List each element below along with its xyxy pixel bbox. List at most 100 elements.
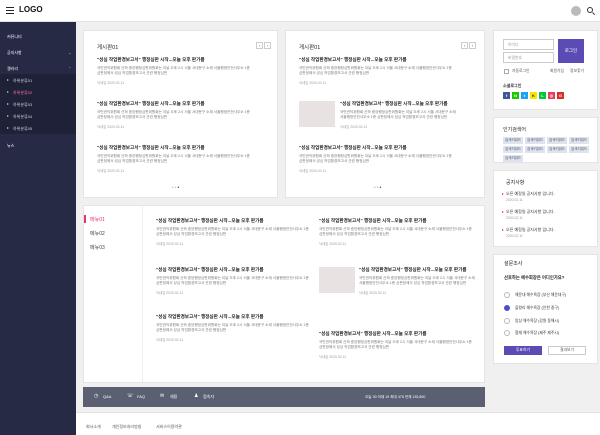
find-info-link[interactable]: 정보찾기 [570, 69, 584, 74]
poll-option[interactable]: 을왕리 해수욕장 (인천 중구) [515, 306, 559, 311]
post-meta: 닉네임 2020.02.11 [359, 290, 387, 295]
vote-button[interactable]: 투표하기 [504, 346, 542, 355]
poll-radio-checked[interactable] [504, 305, 510, 311]
sidebar-subitem[interactable]: 하위분류05 [0, 122, 76, 134]
tab-menu02[interactable]: 메뉴02 [90, 230, 105, 237]
post-title[interactable]: "성심 작업환경보고서" 행정심판 시작...오늘 오후 판가름 [156, 218, 310, 224]
keyword-tag[interactable]: 검색키워드 [503, 137, 524, 144]
footer-link-privacy[interactable]: 개인정보처리방침 [112, 424, 141, 430]
post-title[interactable]: "성심 작업환경보고서" 행정심판 시작...오늘 오후 판가름 [359, 267, 477, 273]
poll-radio[interactable] [504, 292, 510, 298]
next-button[interactable]: › [469, 42, 476, 49]
post-item[interactable]: "성심 작업환경보고서" 행정심판 시작...오늘 오후 판가름 국민권익위원회… [359, 267, 477, 295]
join-link[interactable]: 회원가입 [550, 69, 564, 74]
post-item[interactable]: "성심 작업환경보고서" 행정심판 시작...오늘 오후 판가름 국민권익위원회… [156, 314, 310, 342]
notice-item[interactable]: 오픈 예정일 공지사항 입니다. [502, 191, 555, 197]
keyword-tag[interactable]: 검색키워드 [525, 146, 546, 153]
post-item[interactable]: "성심 작업환경보고서" 행정심판 시작...오늘 오후 판가름 국민권익위원회… [97, 101, 251, 129]
notice-item[interactable]: 오픈 예정일 공지사항 입니다. [502, 227, 555, 233]
post-item[interactable]: "성심 작업환경보고서" 행정심판 시작...오늘 오후 판가름 국민권익위원회… [340, 101, 460, 129]
naver-icon[interactable]: N [512, 92, 519, 99]
sidebar-subitem[interactable]: 하위분류03 [0, 98, 76, 110]
sidebar-item-community[interactable]: 커뮤니티 [7, 34, 22, 40]
keyword-tag[interactable]: 검색키워드 [503, 146, 524, 153]
post-meta: 닉네임 2020.02.11 [299, 168, 327, 173]
twitter-icon[interactable]: t [521, 92, 528, 99]
post-item[interactable]: "성심 작업환경보고서" 행정심판 시작...오늘 오후 판가름 국민권익위원회… [156, 218, 310, 246]
password-input[interactable]: 비밀번호 [503, 52, 554, 63]
post-item[interactable]: "성심 작업환경보고서" 행정심판 시작...오늘 오후 판가름 국민권익위원회… [97, 145, 251, 173]
poll-radio[interactable] [504, 318, 510, 324]
post-title[interactable]: "성심 작업환경보고서" 행정심판 시작...오늘 오후 판가름 [319, 331, 473, 337]
keyword-tag[interactable]: 검색키워드 [503, 155, 524, 162]
google-icon[interactable]: G [557, 92, 564, 99]
post-item[interactable]: "성심 작업환경보고서" 행정심판 시작...오늘 오후 판가름 국민권익위원회… [319, 331, 473, 359]
footer-link-about[interactable]: 회사소개 [86, 424, 101, 430]
post-item[interactable]: "성심 작업환경보고서" 행정심판 시작...오늘 오후 판가름 국민권익위원회… [299, 57, 453, 85]
sidebar-subitem[interactable]: 하위분류04 [0, 110, 76, 122]
auto-login-label: 자동로그인 [512, 69, 530, 73]
keyword-tag[interactable]: 검색키워드 [569, 137, 590, 144]
poll-radio[interactable] [504, 330, 510, 336]
link-qna[interactable]: Q&A [103, 394, 111, 399]
post-title[interactable]: "성심 작업환경보고서" 행정심판 시작...오늘 오후 판가름 [319, 218, 473, 224]
poll-option[interactable]: 망상 해수욕장 (강원 동해시) [515, 319, 559, 324]
link-faq[interactable]: FAQ [137, 394, 145, 399]
pagination-dots[interactable]: ••• [374, 185, 382, 191]
footer-link-terms[interactable]: 서비스이용약관 [156, 424, 182, 430]
post-item[interactable]: "성심 작업환경보고서" 행정심판 시작...오늘 오후 판가름 국민권익위원회… [97, 57, 251, 85]
poll-title: 설문조사 [504, 261, 523, 267]
caret-right-icon [7, 126, 9, 129]
post-title[interactable]: "성심 작업환경보고서" 행정심판 시작...오늘 오후 판가름 [156, 267, 310, 273]
sidebar-subitem[interactable]: 하위분류01 [0, 74, 76, 86]
sidebar-item-news[interactable]: 뉴스 [7, 143, 14, 149]
divider [142, 206, 143, 382]
next-button[interactable]: › [264, 42, 271, 49]
link-recruit[interactable]: 채용 [170, 394, 177, 400]
post-title[interactable]: "성심 작업환경보고서" 행정심판 시작...오늘 오후 판가름 [299, 57, 453, 63]
post-title[interactable]: "성심 작업환경보고서" 행정심판 시작...오늘 오후 판가름 [340, 101, 460, 107]
tab-menu03[interactable]: 메뉴03 [90, 244, 105, 251]
link-visitors[interactable]: 접속자 [203, 394, 214, 400]
notice-item[interactable]: 오픈 예정일 공지사항 입니다. [502, 209, 555, 215]
post-title[interactable]: "성심 작업환경보고서" 행정심판 시작...오늘 오후 판가름 [97, 101, 251, 107]
post-item[interactable]: "성심 작업환경보고서" 행정심판 시작...오늘 오후 판가름 국민권익위원회… [299, 145, 453, 173]
post-thumbnail[interactable] [319, 267, 355, 293]
post-title[interactable]: "성심 작업환경보고서" 행정심판 시작...오늘 오후 판가름 [156, 314, 310, 320]
auto-login-checkbox[interactable] [504, 69, 509, 74]
prev-button[interactable]: ‹ [256, 42, 263, 49]
result-button[interactable]: 결과보기 [548, 346, 586, 355]
pagination-dots[interactable]: ••• [172, 185, 180, 191]
post-title[interactable]: "성심 작업환경보고서" 행정심판 시작...오늘 오후 판가름 [299, 145, 453, 151]
poll-option[interactable]: 해운대 해수욕장 (부산 해운대구) [515, 293, 566, 298]
post-title[interactable]: "성심 작업환경보고서" 행정심판 시작...오늘 오후 판가름 [97, 145, 251, 151]
keyword-tag[interactable]: 검색키워드 [547, 146, 568, 153]
instagram-icon[interactable]: ◎ [548, 92, 555, 99]
chevron-down-icon[interactable]: ⌄ [68, 50, 71, 55]
line-icon[interactable]: L [539, 92, 546, 99]
sidebar-item-gallery[interactable]: 갤러리 [7, 66, 18, 72]
user-avatar-icon[interactable] [571, 6, 581, 16]
chevron-up-icon[interactable]: ⌃ [68, 66, 71, 71]
search-icon[interactable] [587, 7, 593, 13]
post-meta: 닉네임 2020.02.11 [97, 168, 125, 173]
post-item[interactable]: "성심 작업환경보고서" 행정심판 시작...오늘 오후 판가름 국민권익위원회… [319, 218, 473, 246]
prev-button[interactable]: ‹ [461, 42, 468, 49]
post-meta: 닉네임 2020.02.11 [156, 290, 184, 295]
poll-option[interactable]: 협재 해수욕장 (제주 제주시) [515, 331, 559, 336]
kakao-icon[interactable]: K [530, 92, 537, 99]
tab-menu01[interactable]: 메뉴01 [90, 216, 105, 223]
sidebar-subitem-active[interactable]: 하위분류02 [0, 86, 76, 98]
hamburger-menu-icon[interactable] [6, 7, 14, 14]
facebook-icon[interactable]: f [503, 92, 510, 99]
login-button[interactable]: 로그인 [558, 39, 584, 63]
keyword-tag[interactable]: 검색키워드 [525, 137, 546, 144]
post-thumbnail[interactable] [299, 101, 335, 127]
keyword-tag[interactable]: 검색키워드 [547, 137, 568, 144]
keyword-tag[interactable]: 검색키워드 [569, 146, 590, 153]
user-id-input[interactable]: 아이디 [503, 39, 554, 50]
sidebar-item-notice[interactable]: 공지사항 [7, 50, 22, 56]
post-title[interactable]: "성심 작업환경보고서" 행정심판 시작...오늘 오후 판가름 [97, 57, 251, 63]
logo[interactable]: LOGO [19, 5, 43, 14]
post-item[interactable]: "성심 작업환경보고서" 행정심판 시작...오늘 오후 판가름 국민권익위원회… [156, 267, 310, 295]
